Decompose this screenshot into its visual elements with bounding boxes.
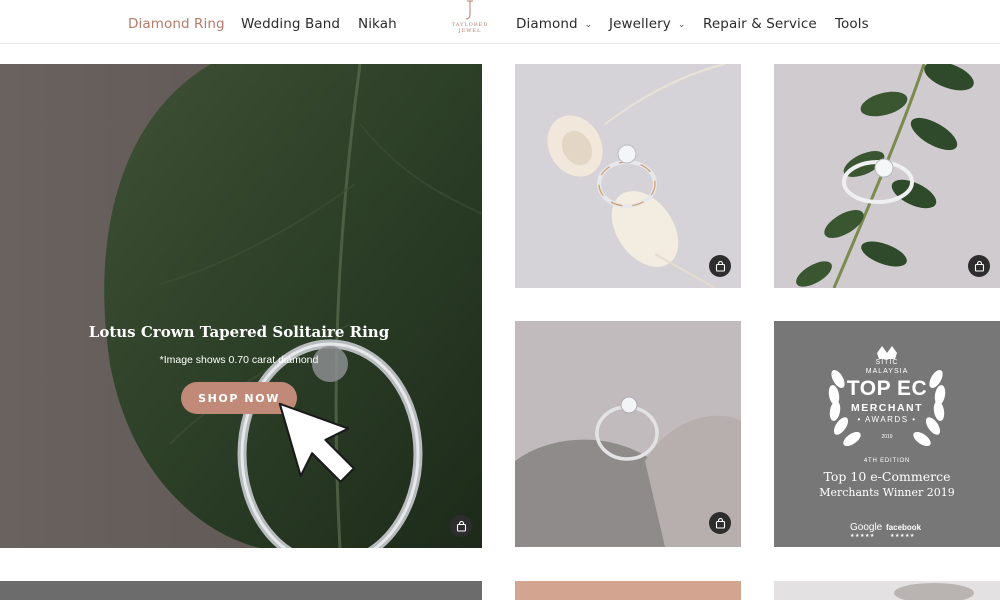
facebook-rating-stars: ★★★★★ [890, 533, 915, 539]
award-tile: SITIC MALAYSIA TOP EC MERCHANT • AWARDS … [774, 321, 1000, 547]
shopping-bag-icon [715, 260, 725, 272]
nav-repair-service[interactable]: Repair & Service [703, 16, 817, 32]
product-tile-3[interactable] [515, 321, 741, 547]
nav-diamond-label: Diamond [516, 16, 578, 32]
award-country: MALAYSIA [865, 368, 909, 375]
hero-leaf-ring-image [0, 64, 482, 548]
ring-stone-image [515, 321, 741, 547]
nav-diamond-ring-label: Diamond Ring [128, 16, 225, 32]
nav-jewellery-label: Jewellery [609, 16, 671, 32]
nav-diamond-ring[interactable]: Diamond Ring [128, 16, 225, 32]
nav-wedding-band-label: Wedding Band [241, 16, 341, 32]
award-line3: • AWARDS • [857, 415, 917, 424]
shopping-bag-icon [715, 517, 725, 529]
site-logo[interactable]: TAYLORED JEWEL [449, 0, 491, 44]
top-navigation-bar: Diamond Ring Wedding Band Nikah TAYLORED… [0, 0, 1000, 44]
ring-eucalyptus-image [774, 64, 1000, 288]
hero-subtitle: *Image shows 0.70 carat diamond [159, 354, 319, 366]
tile-3-shopping-bag-icon[interactable] [709, 512, 731, 534]
ring-flowers-image [515, 64, 741, 288]
google-logo: Google [850, 522, 883, 533]
cursor-arrow-icon [278, 402, 355, 483]
hero-shopping-bag-icon[interactable] [450, 515, 472, 537]
award-line2: MERCHANT [850, 402, 924, 414]
nav-nikah-label: Nikah [358, 16, 397, 32]
nav-repair-service-label: Repair & Service [703, 16, 817, 32]
logo-mark-icon [465, 0, 473, 20]
chevron-down-icon: ⌄ [677, 20, 686, 30]
shopping-bag-icon [974, 260, 984, 272]
chevron-down-icon: ⌄ [584, 20, 593, 30]
facebook-logo: facebook [886, 523, 922, 532]
tile-1-shopping-bag-icon[interactable] [709, 255, 731, 277]
award-org: SITIC [875, 359, 899, 366]
award-line1: TOP EC [846, 377, 928, 400]
logo-text-line2: JEWEL [458, 28, 482, 34]
nav-tools[interactable]: Tools [835, 16, 869, 32]
nav-nikah[interactable]: Nikah [358, 16, 397, 32]
shopping-bag-icon [456, 520, 466, 532]
next-tile-right[interactable] [774, 581, 1000, 600]
google-rating-stars: ★★★★★ [850, 533, 875, 539]
product-tile-2[interactable] [774, 64, 1000, 288]
product-tile-1[interactable] [515, 64, 741, 288]
award-edition: 4TH EDITION [863, 458, 911, 464]
tile-2-shopping-bag-icon[interactable] [968, 255, 990, 277]
nav-tools-label: Tools [835, 16, 869, 32]
next-tile-left[interactable] [0, 581, 482, 600]
nav-diamond[interactable]: Diamond ⌄ [516, 16, 592, 32]
next-tile-right-image [774, 581, 1000, 600]
hero-title: Lotus Crown Tapered Solitaire Ring [88, 323, 390, 341]
nav-jewellery[interactable]: Jewellery ⌄ [609, 16, 686, 32]
award-year: 2019 [881, 434, 893, 440]
award-caption-2: Merchants Winner 2019 [819, 486, 955, 499]
nav-wedding-band[interactable]: Wedding Band [241, 16, 340, 32]
next-tile-middle[interactable] [515, 581, 741, 600]
award-caption-1: Top 10 e-Commerce [823, 469, 951, 484]
hero-banner[interactable]: Lotus Crown Tapered Solitaire Ring *Imag… [0, 64, 482, 548]
